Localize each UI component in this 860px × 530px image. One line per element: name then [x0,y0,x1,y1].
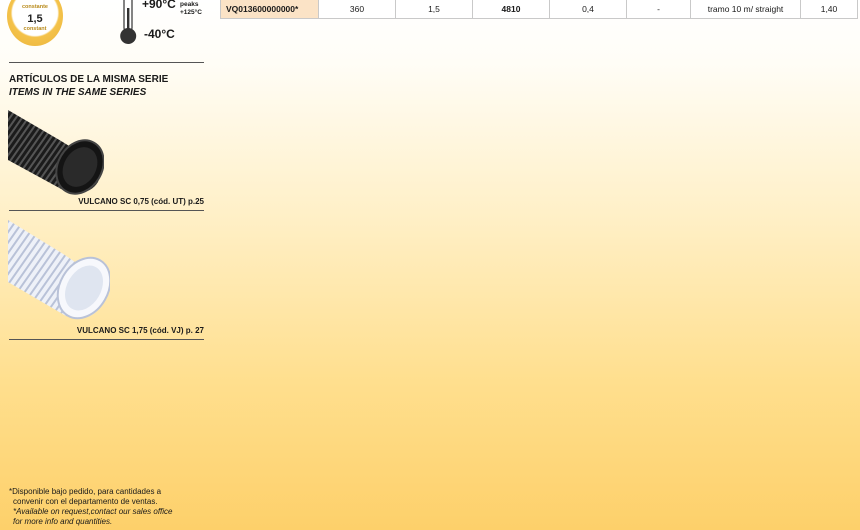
footnote-es-line2: convenir con el departamento de ventas. [13,497,158,506]
spec-cell: 1,40 [801,0,858,19]
series-item-caption: VULCANO SC 0,75 (cód. UT) p.25 [78,197,204,206]
max-temperature: +90°C [142,0,176,11]
spec-cell: 1,5 [396,0,473,19]
badge-value: 1,5 [27,13,43,25]
divider [9,210,204,211]
spec-cell: 4810 [473,0,550,19]
footnote: *Disponible bajo pedido, para cantidades… [9,487,173,527]
spec-cell: 0,4 [550,0,627,19]
badge-bottom-label: constant [23,26,47,32]
divider [9,339,204,340]
series-title-en: ITEMS IN THE SAME SERIES [9,87,147,98]
peaks-label: peaks [180,1,199,8]
clear-hose-image[interactable] [8,220,110,324]
spec-cell: 360 [319,0,396,19]
badge-top-label: constante [22,4,48,10]
series-title-es: ARTÍCULOS DE LA MISMA SERIE [9,74,169,85]
spec-cell: - [627,0,691,19]
thermometer-icon [120,0,137,44]
spec-cell: tramo 10 m/ straight [691,0,801,19]
peaks-value: +125°C [180,9,202,16]
product-code[interactable]: VQ013600000000* [220,0,319,19]
peak-temperature: peaks +125°C [180,1,202,17]
series-heading: ARTÍCULOS DE LA MISMA SERIE ITEMS IN THE… [9,73,168,99]
footnote-es-line1: *Disponible bajo pedido, para cantidades… [9,487,162,496]
footnote-en-line1: *Available on request,contact our sales … [13,507,173,516]
series-item-caption: VULCANO SC 1,75 (cód. VJ) p. 27 [76,326,204,335]
black-hose-image[interactable] [8,110,104,196]
spec-table-row: VQ013600000000* 360 1,5 4810 0,4 - tramo… [220,0,858,19]
divider [9,62,204,63]
min-temperature: -40°C [144,27,175,41]
footnote-en-line2: for more info and quantities. [13,517,113,526]
pressure-badge: constante 1,5 constant [7,0,63,46]
